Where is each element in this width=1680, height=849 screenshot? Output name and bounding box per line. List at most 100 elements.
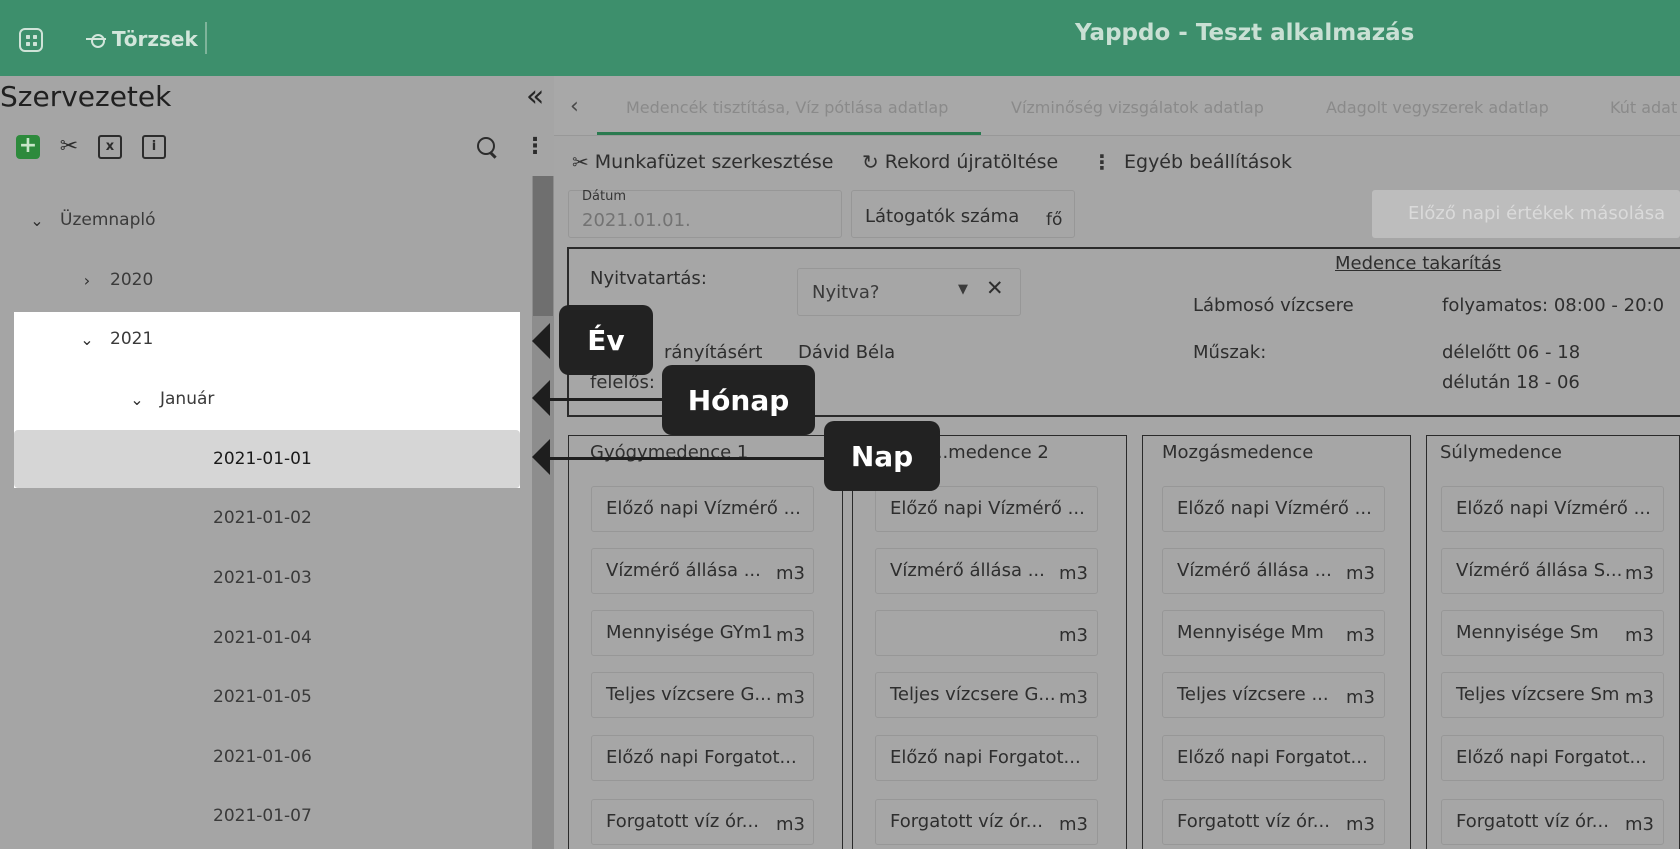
tab-medencek[interactable]: Medencék tisztítása, Víz pótlása adatlap	[626, 98, 948, 117]
pool-field-label: Vízmérő állása ...	[890, 560, 1045, 581]
callout-line	[550, 398, 662, 401]
excel-export-icon[interactable]: x	[98, 135, 122, 159]
top-bar	[0, 0, 1680, 76]
tree-label: 2021-01-04	[213, 628, 312, 648]
pool-field-unit: m3	[1346, 814, 1375, 835]
chevron-down-icon: ⌄	[80, 329, 94, 349]
datum-label: Dátum	[582, 189, 626, 204]
copy-previous-day-button[interactable]: Előző napi értékek másolása	[1372, 190, 1680, 238]
tree-item-day[interactable]: 2021-01-06	[213, 729, 312, 785]
pool-field-unit: m3	[776, 814, 805, 835]
pool-field-label: Mennyisége Sm	[1456, 622, 1599, 643]
pool-field-unit: m3	[1625, 563, 1654, 584]
sidebar-title: Szervezetek	[0, 80, 172, 113]
edit-workbook-button[interactable]: ✂ Munkafüzet szerkesztése	[572, 150, 833, 174]
tools-icon[interactable]: ✂	[57, 135, 81, 159]
pool-field-label: Vízmérő állása ...	[1177, 560, 1332, 581]
pool-field-label: Teljes vízcsere Sm	[1456, 684, 1620, 705]
topbar-divider	[205, 22, 207, 54]
tree-item-day[interactable]: 2021-01-07	[213, 788, 312, 844]
tree-label: 2021-01-06	[213, 747, 312, 767]
clear-icon[interactable]: ✕	[986, 276, 1004, 300]
collapse-sidebar-icon[interactable]: «	[526, 82, 544, 112]
callout-day: Nap	[824, 421, 940, 491]
pool-field-unit: m3	[1346, 563, 1375, 584]
pool-field-unit: m3	[1346, 687, 1375, 708]
tree-item-day[interactable]: 2021-01-04	[213, 610, 312, 666]
visitors-unit: fő	[1046, 210, 1063, 230]
chevron-down-icon: ⌄	[130, 389, 144, 409]
pool-field-unit: m3	[776, 687, 805, 708]
tree-item-day[interactable]: 2021-01-02	[213, 490, 312, 546]
chevron-down-icon: ⌄	[30, 210, 44, 230]
pool-field-label: Előző napi Vízmérő ...	[1177, 498, 1372, 519]
tree-label: 2021-01-05	[213, 687, 312, 707]
opening-select-value: Nyitva?	[812, 282, 880, 303]
app-title: Yappdo - Teszt alkalmazás	[1075, 20, 1415, 46]
info-icon[interactable]: i	[142, 135, 166, 159]
opening-label: Nyitvatartás:	[590, 268, 707, 289]
tree-item-day-selected[interactable]: 2021-01-01	[213, 431, 312, 487]
footbath-label: Lábmosó vízcsere	[1193, 295, 1354, 316]
footbath-value: folyamatos: 08:00 - 20:0	[1442, 295, 1665, 316]
sidebar-scroll-thumb[interactable]	[533, 176, 553, 316]
tree-label: Január	[160, 389, 215, 409]
tree-label: 2020	[110, 270, 154, 290]
tree-label: 2021	[110, 329, 154, 349]
more-settings-button[interactable]: ⋮ Egyéb beállítások	[1092, 150, 1292, 174]
callout-month: Hónap	[662, 365, 815, 435]
pool-field-label: Mennyisége Mm	[1177, 622, 1324, 643]
pool-field-label: Előző napi Vízmérő ...	[890, 498, 1085, 519]
tools-icon: ✂	[572, 150, 589, 174]
pool-field-label: Forgatott víz ór...	[1177, 811, 1330, 832]
tab-vegyszerek[interactable]: Adagolt vegyszerek adatlap	[1326, 98, 1549, 117]
datum-value: 2021.01.01.	[582, 210, 691, 231]
pool-field-unit: m3	[1059, 687, 1088, 708]
responsible-value: Dávid Béla	[798, 342, 896, 363]
tab-vizminoseg[interactable]: Vízminőség vizsgálatok adatlap	[1011, 98, 1264, 117]
search-icon[interactable]	[475, 135, 499, 159]
reload-record-label: Rekord újratöltése	[884, 151, 1059, 173]
pool-field-unit: m3	[1059, 814, 1088, 835]
callout-pointer	[532, 439, 550, 475]
tree-item-januar[interactable]: ⌄ Január	[128, 371, 214, 427]
pool-field-label: Teljes vízcsere G...	[606, 684, 772, 705]
edit-workbook-label: Munkafüzet szerkesztése	[594, 151, 834, 173]
pool-field-label: Forgatott víz ór...	[890, 811, 1043, 832]
chevron-right-icon: ›	[83, 270, 91, 290]
tree-item-2021[interactable]: ⌄ 2021	[78, 311, 153, 367]
pool-title: ...medence 2	[931, 442, 1049, 463]
pool-field-label: Előző napi Forgatot...	[890, 747, 1081, 768]
pool-title: Mozgásmedence	[1162, 442, 1314, 463]
callout-year: Év	[559, 305, 653, 375]
pool-cleaning-link[interactable]: Medence takarítás	[1335, 253, 1501, 274]
pool-field-label: Előző napi Forgatot...	[1456, 747, 1647, 768]
pool-field-label: Teljes vízcsere G...	[890, 684, 1056, 705]
tree-item-2020[interactable]: › 2020	[78, 252, 153, 308]
nav-torzsek[interactable]: Törzsek	[86, 25, 198, 53]
app-grid-icon[interactable]	[19, 28, 43, 52]
more-vert-icon[interactable]: ⋮	[524, 135, 546, 159]
tree-label: 2021-01-02	[213, 508, 312, 528]
dropdown-caret-icon[interactable]: ▼	[958, 282, 968, 297]
active-tab-indicator	[597, 132, 981, 135]
tab-scroll-left-icon[interactable]: ‹	[570, 94, 579, 119]
tab-kut[interactable]: Kút adat	[1610, 98, 1677, 117]
shift-label: Műszak:	[1193, 342, 1267, 363]
pool-field-unit: m3	[1059, 625, 1088, 646]
pool-field-label: Forgatott víz ór...	[1456, 811, 1609, 832]
tree-label: 2021-01-03	[213, 568, 312, 588]
shift-morning: délelőtt 06 - 18	[1442, 342, 1581, 363]
pool-field-label: Előző napi Forgatot...	[606, 747, 797, 768]
visitors-label: Látogatók száma	[865, 206, 1020, 227]
pool-field-label: Vízmérő állása ...	[606, 560, 761, 581]
add-button[interactable]: +	[16, 135, 40, 159]
pool-field-unit: m3	[1625, 687, 1654, 708]
reload-record-button[interactable]: ↻ Rekord újratöltése	[862, 150, 1058, 174]
tree-item-uzemnaplo[interactable]: ⌄ Üzemnapló	[28, 192, 155, 248]
tree-item-day[interactable]: 2021-01-03	[213, 550, 312, 606]
pool-field-unit: m3	[1059, 563, 1088, 584]
sun-icon	[86, 29, 106, 49]
pool-field-unit: m3	[776, 625, 805, 646]
tree-item-day[interactable]: 2021-01-05	[213, 669, 312, 725]
